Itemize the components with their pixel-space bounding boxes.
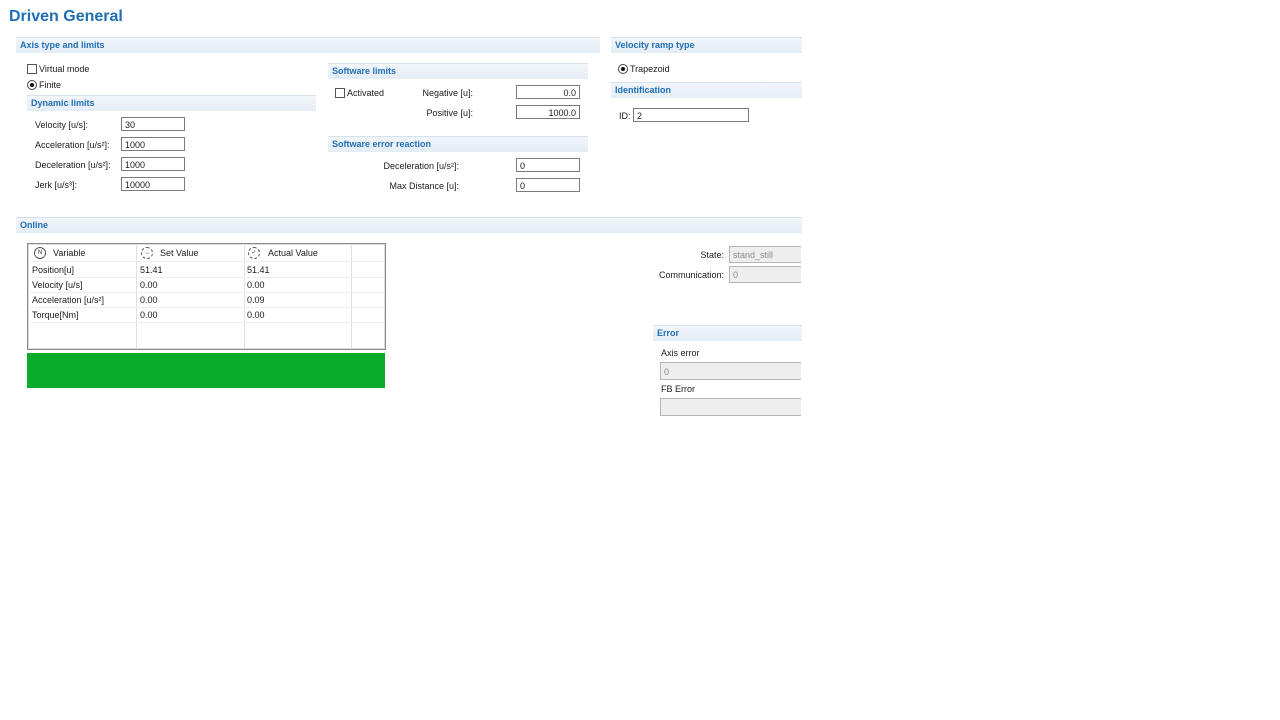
- activated-label: Activated: [347, 88, 385, 98]
- axis-status-bar: [27, 353, 385, 388]
- state-label: State:: [700, 250, 724, 260]
- id-input[interactable]: 2: [633, 108, 749, 122]
- dynamic-limits-header: Dynamic limits: [27, 95, 316, 111]
- column-header-actual-value[interactable]: Actual Value: [268, 246, 318, 261]
- online-variables-table: N Variable → Set Value ✓ Actual Value Po…: [27, 243, 386, 350]
- fb-error-field: [660, 398, 801, 416]
- max-distance-label: Max Distance [u]:: [389, 181, 459, 191]
- state-field: stand_still: [729, 246, 801, 263]
- row-torque-actual: 0.00: [247, 310, 265, 320]
- row-position-variable: Position[u]: [32, 265, 75, 275]
- acceleration-label: Acceleration [u/s²]:: [35, 140, 110, 150]
- row-torque-variable: Torque[Nm]: [32, 310, 79, 320]
- software-error-reaction-header: Software error reaction: [328, 136, 588, 152]
- trapezoid-label: Trapezoid: [630, 64, 670, 74]
- row-velocity-variable: Velocity [u/s]: [32, 280, 83, 290]
- row-acceleration-set: 0.00: [140, 295, 158, 305]
- error-deceleration-input[interactable]: 0: [516, 158, 580, 172]
- deceleration-label: Deceleration [u/s²]:: [35, 160, 111, 170]
- jerk-label: Jerk [u/s³]:: [35, 180, 78, 190]
- trapezoid-radio[interactable]: [618, 64, 628, 74]
- identification-header: Identification: [611, 82, 802, 98]
- row-position-actual: 51.41: [247, 265, 270, 275]
- virtual-mode-checkbox[interactable]: [27, 64, 37, 74]
- velocity-input[interactable]: 30: [121, 117, 185, 131]
- online-header: Online: [16, 217, 802, 233]
- virtual-mode-label: Virtual mode: [39, 64, 90, 74]
- negative-label: Negative [u]:: [422, 88, 473, 98]
- jerk-input[interactable]: 10000: [121, 177, 185, 191]
- axis-error-label: Axis error: [661, 348, 700, 358]
- variable-n-icon: N: [34, 247, 46, 259]
- row-position-set: 51.41: [140, 265, 163, 275]
- negative-input[interactable]: 0.0: [516, 85, 580, 99]
- communication-field: 0: [729, 266, 801, 283]
- finite-label: Finite: [39, 80, 62, 90]
- fb-error-label: FB Error: [661, 384, 696, 394]
- max-distance-input[interactable]: 0: [516, 178, 580, 192]
- row-velocity-actual: 0.00: [247, 280, 265, 290]
- row-torque-set: 0.00: [140, 310, 158, 320]
- error-header: Error: [653, 325, 802, 341]
- axis-type-section-header: Axis type and limits: [16, 37, 600, 53]
- activated-checkbox[interactable]: [335, 88, 345, 98]
- velocity-ramp-header: Velocity ramp type: [611, 37, 802, 53]
- acceleration-input[interactable]: 1000: [121, 137, 185, 151]
- positive-input[interactable]: 1000.0: [516, 105, 580, 119]
- axis-error-field: 0: [660, 362, 801, 380]
- positive-label: Positive [u]:: [426, 108, 473, 118]
- id-label: ID:: [619, 111, 631, 121]
- column-header-set-value[interactable]: Set Value: [160, 246, 198, 261]
- software-limits-header: Software limits: [328, 63, 588, 79]
- velocity-label: Velocity [u/s]:: [35, 120, 89, 130]
- row-velocity-set: 0.00: [140, 280, 158, 290]
- error-deceleration-label: Deceleration [u/s²]:: [383, 161, 459, 171]
- actual-value-gauge-icon: ✓: [248, 247, 260, 259]
- communication-label: Communication:: [658, 270, 724, 280]
- table-header-row: N Variable → Set Value ✓ Actual Value: [28, 246, 385, 261]
- deceleration-input[interactable]: 1000: [121, 157, 185, 171]
- column-header-variable[interactable]: Variable: [53, 246, 85, 261]
- set-value-gauge-icon: →: [141, 247, 153, 259]
- row-acceleration-actual: 0.09: [247, 295, 265, 305]
- finite-radio[interactable]: [27, 80, 37, 90]
- row-acceleration-variable: Acceleration [u/s²]: [32, 295, 105, 305]
- page-title: Driven General: [9, 8, 123, 25]
